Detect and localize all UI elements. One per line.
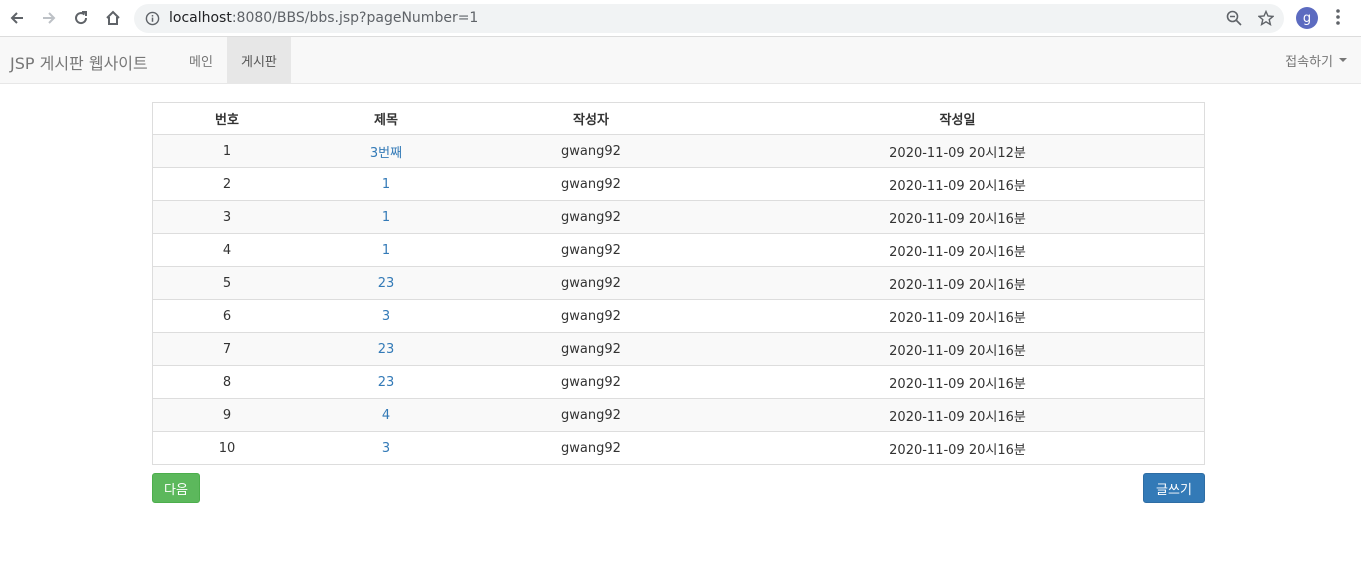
table-row: 7 23 gwang92 2020-11-09 20시16분 — [153, 332, 1204, 366]
url-host: localhost — [169, 10, 232, 26]
cell-number: 4 — [153, 233, 301, 267]
table-row: 2 1 gwang92 2020-11-09 20시16분 — [153, 167, 1204, 201]
site-navbar: JSP 게시판 웹사이트 메인 게시판 접속하기 — [0, 37, 1361, 84]
cell-author: gwang92 — [471, 299, 711, 333]
post-title-link[interactable]: 23 — [301, 266, 471, 300]
site-brand[interactable]: JSP 게시판 웹사이트 — [10, 50, 148, 74]
post-title-link[interactable]: 3 — [301, 299, 471, 333]
table-row: 9 4 gwang92 2020-11-09 20시16분 — [153, 398, 1204, 432]
post-title-link[interactable]: 1 — [301, 200, 471, 234]
header-date: 작성일 — [711, 103, 1204, 135]
cell-date: 2020-11-09 20시16분 — [711, 431, 1204, 464]
post-title-link[interactable]: 3번째 — [301, 134, 471, 168]
cell-number: 9 — [153, 398, 301, 432]
board-table: 번호 제목 작성자 작성일 1 3번째 gwang92 2020-11-09 2… — [153, 103, 1204, 464]
reload-icon[interactable] — [69, 6, 93, 30]
table-header-row: 번호 제목 작성자 작성일 — [153, 103, 1204, 135]
connect-dropdown-label: 접속하기 — [1285, 54, 1333, 70]
forward-arrow-icon[interactable] — [37, 6, 61, 30]
header-title: 제목 — [301, 103, 471, 135]
browser-toolbar: localhost:8080/BBS/bbs.jsp?pageNumber=1 … — [0, 0, 1361, 37]
cell-author: gwang92 — [471, 167, 711, 201]
cell-date: 2020-11-09 20시16분 — [711, 365, 1204, 399]
connect-dropdown[interactable]: 접속하기 — [1285, 37, 1347, 83]
cell-number: 5 — [153, 266, 301, 300]
board-table-container: 번호 제목 작성자 작성일 1 3번째 gwang92 2020-11-09 2… — [152, 102, 1205, 465]
menu-kebab-icon[interactable] — [1330, 7, 1346, 31]
cell-author: gwang92 — [471, 365, 711, 399]
cell-number: 8 — [153, 365, 301, 399]
cell-number: 1 — [153, 134, 301, 168]
nav-link-board[interactable]: 게시판 — [227, 37, 291, 83]
url-text: localhost:8080/BBS/bbs.jsp?pageNumber=1 — [169, 10, 478, 26]
cell-author: gwang92 — [471, 332, 711, 366]
cell-date: 2020-11-09 20시16분 — [711, 200, 1204, 234]
nav-link-main[interactable]: 메인 — [175, 37, 227, 83]
cell-number: 2 — [153, 167, 301, 201]
info-icon[interactable] — [145, 11, 160, 30]
cell-date: 2020-11-09 20시12분 — [711, 134, 1204, 168]
cell-number: 3 — [153, 200, 301, 234]
post-title-link[interactable]: 1 — [301, 167, 471, 201]
next-page-button[interactable]: 다음 — [152, 473, 200, 503]
table-row: 10 3 gwang92 2020-11-09 20시16분 — [153, 431, 1204, 464]
table-row: 3 1 gwang92 2020-11-09 20시16분 — [153, 200, 1204, 234]
back-arrow-icon[interactable] — [5, 6, 29, 30]
profile-avatar[interactable]: g — [1296, 7, 1318, 29]
home-icon[interactable] — [101, 6, 125, 30]
cell-date: 2020-11-09 20시16분 — [711, 167, 1204, 201]
cell-author: gwang92 — [471, 266, 711, 300]
header-number: 번호 — [153, 103, 301, 135]
table-row: 6 3 gwang92 2020-11-09 20시16분 — [153, 299, 1204, 333]
address-bar[interactable]: localhost:8080/BBS/bbs.jsp?pageNumber=1 — [134, 4, 1284, 33]
post-title-link[interactable]: 1 — [301, 233, 471, 267]
cell-date: 2020-11-09 20시16분 — [711, 398, 1204, 432]
table-row: 5 23 gwang92 2020-11-09 20시16분 — [153, 266, 1204, 300]
cell-date: 2020-11-09 20시16분 — [711, 299, 1204, 333]
write-post-button[interactable]: 글쓰기 — [1143, 473, 1205, 503]
bookmark-star-icon[interactable] — [1257, 9, 1275, 30]
table-row: 4 1 gwang92 2020-11-09 20시16분 — [153, 233, 1204, 267]
caret-down-icon — [1339, 58, 1347, 62]
post-title-link[interactable]: 3 — [301, 431, 471, 464]
cell-author: gwang92 — [471, 431, 711, 464]
post-title-link[interactable]: 23 — [301, 365, 471, 399]
cell-number: 7 — [153, 332, 301, 366]
post-title-link[interactable]: 4 — [301, 398, 471, 432]
header-author: 작성자 — [471, 103, 711, 135]
cell-author: gwang92 — [471, 398, 711, 432]
cell-author: gwang92 — [471, 134, 711, 168]
url-path: :8080/BBS/bbs.jsp?pageNumber=1 — [231, 10, 479, 26]
cell-date: 2020-11-09 20시16분 — [711, 266, 1204, 300]
zoom-icon[interactable] — [1226, 10, 1242, 30]
cell-number: 10 — [153, 431, 301, 464]
cell-date: 2020-11-09 20시16분 — [711, 332, 1204, 366]
table-row: 8 23 gwang92 2020-11-09 20시16분 — [153, 365, 1204, 399]
cell-author: gwang92 — [471, 233, 711, 267]
table-row: 1 3번째 gwang92 2020-11-09 20시12분 — [153, 134, 1204, 168]
cell-author: gwang92 — [471, 200, 711, 234]
cell-date: 2020-11-09 20시16분 — [711, 233, 1204, 267]
cell-number: 6 — [153, 299, 301, 333]
post-title-link[interactable]: 23 — [301, 332, 471, 366]
